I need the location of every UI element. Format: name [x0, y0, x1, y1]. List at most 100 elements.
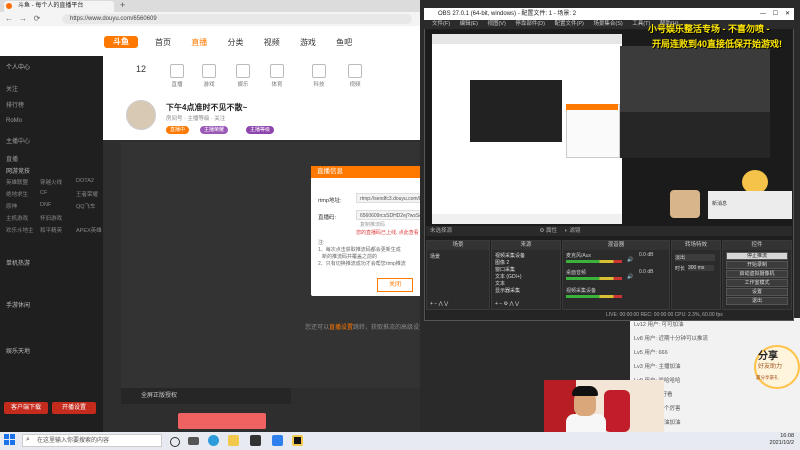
avatar[interactable]: [126, 100, 156, 130]
nav-fishbar[interactable]: 鱼吧: [336, 37, 352, 48]
source-item[interactable]: 图像 2: [495, 259, 509, 266]
refresh-icon[interactable]: ⟳: [32, 14, 42, 24]
sidebar-game[interactable]: DNF: [40, 202, 51, 208]
rtmp-field[interactable]: rtmp://sendfc3.douyu.com/live: [356, 193, 428, 203]
menu-edit[interactable]: 编辑(E): [460, 20, 478, 29]
webcam-hair: [572, 386, 598, 396]
sidebar-game[interactable]: 英雄联盟: [6, 178, 28, 186]
mixer-db: 0.0 dB: [639, 252, 654, 258]
chat-line: Lv8 用户: 近期十分钟可以推流: [634, 336, 708, 342]
close-icon[interactable]: ✕: [785, 8, 790, 20]
properties-button[interactable]: 属性: [546, 228, 557, 234]
sidebar-section-3: 手游休闲: [6, 303, 31, 309]
sidebar-item-live[interactable]: 直播: [6, 154, 18, 163]
sidebar-game[interactable]: 绝地求生: [6, 190, 28, 198]
nav-live[interactable]: 直播: [191, 37, 207, 48]
media-taskbar-icon[interactable]: [292, 435, 303, 446]
close-button[interactable]: 关闭: [377, 278, 413, 292]
obs-taskbar-icon[interactable]: [250, 435, 261, 446]
nav-home[interactable]: 首页: [155, 37, 171, 48]
code-field[interactable]: 6560609rcsSDHD2ej?wsSecret=...: [356, 210, 428, 220]
category-item[interactable]: 视频: [343, 64, 367, 88]
source-add-icon[interactable]: + − ⚙ ⋀ ⋁: [495, 301, 519, 307]
source-item[interactable]: 文本 (GDI+): [495, 273, 522, 280]
sidebar-item-anchor[interactable]: 主播中心: [6, 136, 30, 145]
minimize-icon[interactable]: —: [760, 8, 766, 20]
category-item[interactable]: 12: [129, 64, 153, 74]
virtual-camera-button[interactable]: 启动虚拟摄像机: [726, 270, 788, 278]
file-explorer-icon[interactable]: [228, 435, 239, 446]
back-icon[interactable]: ←: [4, 14, 14, 24]
warn-link[interactable]: 您的直播码已上线, 点此查看: [356, 230, 419, 237]
share-title: 分享: [758, 351, 778, 362]
license-text: 全屏正版授权: [141, 393, 178, 399]
menu-profile[interactable]: 配置文件(P): [554, 20, 583, 29]
menu-scene-collection[interactable]: 场景集合(S): [593, 20, 622, 29]
category-item[interactable]: 娱乐: [231, 64, 255, 88]
gift-panel[interactable]: 全屏正版授权: [121, 388, 291, 404]
menu-docks[interactable]: 停靠部件(D): [515, 20, 545, 29]
exit-button[interactable]: 退出: [726, 297, 788, 305]
sidebar-game[interactable]: APEX英雄: [76, 226, 102, 234]
new-tab-icon[interactable]: +: [120, 0, 125, 10]
sidebar-game[interactable]: 怀旧游戏: [40, 214, 62, 222]
sidebar-game[interactable]: 主机游戏: [6, 214, 28, 222]
category-item[interactable]: 游戏: [197, 64, 221, 88]
speaker-icon[interactable]: 🔊: [627, 274, 633, 280]
banner-line1: 小号娱乐整活专场 - 不喜勿喷 -: [648, 24, 770, 34]
volume-meter: [566, 277, 622, 280]
app-taskbar-icon[interactable]: [272, 435, 283, 446]
cortana-icon[interactable]: [170, 437, 180, 447]
nav-category[interactable]: 分类: [227, 37, 243, 48]
duration-input[interactable]: 300 ms: [688, 265, 714, 271]
source-item[interactable]: 显示器采集: [495, 287, 520, 294]
edge-icon[interactable]: [208, 435, 219, 446]
client-download-button[interactable]: 客户端下载: [4, 402, 48, 414]
settings-button[interactable]: 设置: [726, 288, 788, 296]
category-item[interactable]: 科技: [307, 64, 331, 88]
start-recording-button[interactable]: 开始录制: [726, 261, 788, 269]
source-item[interactable]: 文本: [495, 280, 505, 287]
site-logo[interactable]: 斗鱼: [104, 36, 138, 48]
stop-stream-button[interactable]: 停止推流: [726, 252, 788, 260]
nav-game[interactable]: 游戏: [300, 37, 316, 48]
live-settings-button[interactable]: 开播设置: [52, 402, 96, 414]
forward-icon[interactable]: →: [18, 14, 28, 24]
sidebar-game[interactable]: 欢乐斗地主: [6, 226, 34, 234]
task-view-icon[interactable]: [188, 437, 199, 445]
filters-button[interactable]: 滤镜: [569, 228, 580, 234]
browser-tab[interactable]: 斗鱼 - 每个人的直播平台: [4, 1, 114, 12]
gear-icon[interactable]: ⚙: [540, 228, 545, 234]
sidebar-item-follow[interactable]: 关注: [6, 84, 18, 93]
taskbar-search[interactable]: 在这里输入你要搜索的内容: [22, 434, 162, 447]
sidebar-game[interactable]: 和平精英: [40, 226, 62, 234]
studio-mode-button[interactable]: 工作室模式: [726, 279, 788, 287]
sidebar-item-rank[interactable]: 排行榜: [6, 100, 24, 109]
sidebar-game[interactable]: CF: [40, 190, 47, 196]
windows-start-icon[interactable]: [4, 434, 16, 446]
url-field[interactable]: https://www.douyu.com/6560609: [62, 14, 412, 24]
speaker-icon[interactable]: 🔊: [627, 257, 633, 263]
filter-icon[interactable]: ◐: [565, 228, 568, 234]
sidebar-game[interactable]: 王者荣耀: [76, 190, 98, 198]
nav-video[interactable]: 视频: [264, 37, 280, 48]
sidebar-game[interactable]: QQ飞车: [76, 202, 96, 210]
sidebar-game[interactable]: 穿越火线: [40, 178, 62, 186]
menu-file[interactable]: 文件(F): [432, 20, 450, 29]
category-item[interactable]: 直播: [165, 64, 189, 88]
maximize-icon[interactable]: ☐: [773, 8, 778, 20]
scene-item[interactable]: 场景: [430, 253, 440, 260]
sport-icon: [270, 64, 284, 78]
category-item[interactable]: 体育: [265, 64, 289, 88]
sidebar-game[interactable]: 原神: [6, 202, 17, 210]
tip-link[interactable]: 直播设置: [329, 325, 353, 331]
scene-add-icon[interactable]: + − ⋀ ⋁: [430, 301, 448, 307]
source-item[interactable]: 视频采集设备: [495, 252, 525, 259]
sidebar-game[interactable]: DOTA2: [76, 178, 94, 184]
source-item[interactable]: 窗口采集: [495, 266, 515, 273]
preview-obs-docks: [620, 112, 770, 158]
transition-select[interactable]: 淡出: [675, 254, 715, 261]
copy-hint[interactable]: 复制推流码: [360, 222, 385, 229]
menu-view[interactable]: 视图(V): [487, 20, 505, 29]
sidebar-item-romo[interactable]: RoMo: [6, 118, 22, 124]
